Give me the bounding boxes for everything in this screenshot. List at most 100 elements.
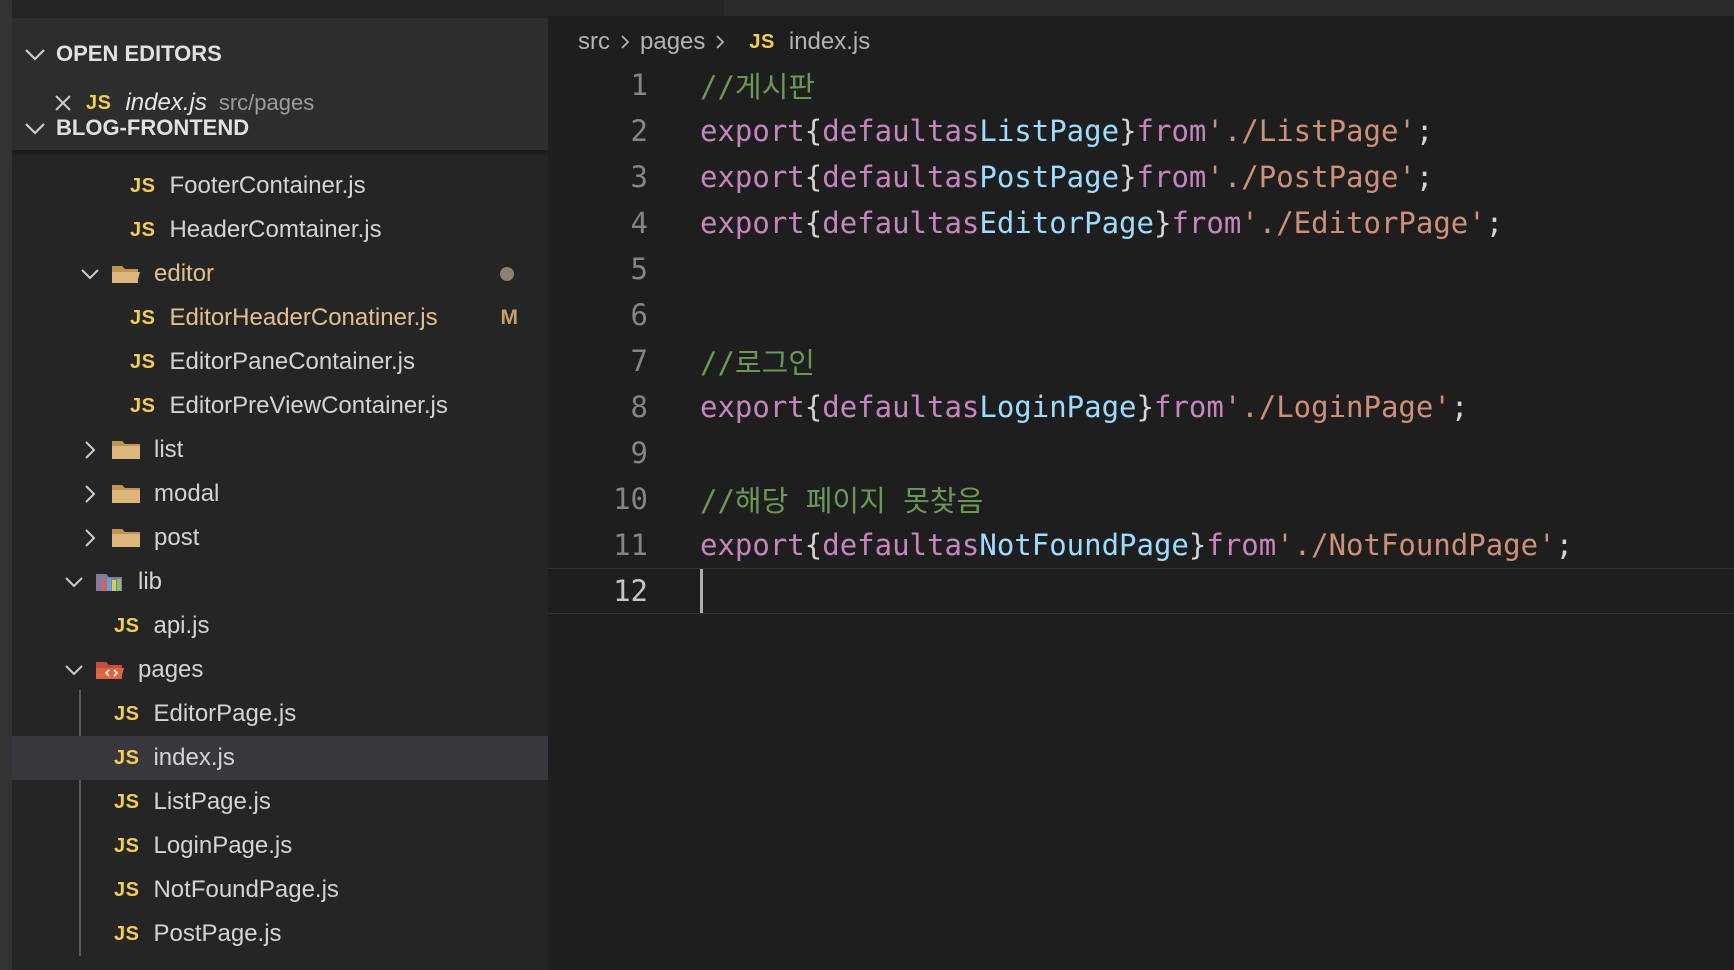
- code-line-current: 12: [548, 568, 1734, 614]
- keyword-export: export: [700, 528, 805, 562]
- breadcrumb-src[interactable]: src: [578, 28, 610, 56]
- code-line: 10 //해당 페이지 못찾음: [548, 476, 1734, 522]
- keyword-export: export: [700, 114, 805, 148]
- js-file-icon: JS: [130, 174, 156, 197]
- js-file-icon: JS: [114, 614, 140, 637]
- identifier: NotFoundPage: [979, 528, 1189, 562]
- modified-dot-icon: [500, 267, 514, 281]
- tree-file-editorpanecontainer[interactable]: JS EditorPaneContainer.js: [12, 340, 548, 384]
- chevron-right-icon: [621, 35, 630, 49]
- tree-file-notfoundpage[interactable]: JS NotFoundPage.js: [12, 868, 548, 912]
- semicolon: ;: [1450, 390, 1469, 424]
- semicolon: ;: [1485, 206, 1504, 240]
- tree-file-headercomtainer[interactable]: JS HeaderComtainer.js: [12, 208, 548, 252]
- js-file-icon: JS: [130, 218, 156, 241]
- keyword-as: as: [944, 390, 980, 424]
- chevron-down-icon: [81, 269, 99, 280]
- git-status-badge: M: [500, 306, 519, 329]
- semicolon: ;: [1555, 528, 1574, 562]
- keyword-from: from: [1153, 390, 1224, 424]
- editor-pane[interactable]: src pages JS index.js 1 //게시판 2 export { d…: [548, 0, 1734, 970]
- library-folder-icon: [96, 574, 122, 591]
- tree-item-label: PostPage.js: [153, 920, 282, 947]
- chevron-right-icon: [85, 441, 96, 459]
- project-header[interactable]: BLOG-FRONTEND: [12, 108, 548, 148]
- tree-file-api[interactable]: JS api.js: [12, 604, 548, 648]
- tree-item-label: LoginPage.js: [153, 832, 293, 859]
- breadcrumb-pages[interactable]: pages: [640, 28, 705, 56]
- tree-item-label: EditorPage.js: [153, 700, 297, 727]
- tree-item-label: FooterContainer.js: [169, 172, 366, 199]
- keyword-from: from: [1136, 114, 1207, 148]
- tree-folder-modal[interactable]: modal: [12, 472, 548, 516]
- tree-file-footercontainer[interactable]: JS FooterContainer.js: [12, 164, 548, 208]
- folder-open-icon: [112, 266, 140, 283]
- line-number: 2: [630, 114, 648, 148]
- keyword-as: as: [944, 160, 980, 194]
- line-number: 6: [630, 298, 648, 332]
- keyword-export: export: [700, 390, 805, 424]
- line-number: 4: [630, 206, 648, 240]
- code-comment: //해당 페이지 못찾음: [700, 484, 984, 518]
- brace: {: [804, 390, 823, 424]
- tree-folder-post[interactable]: post: [12, 516, 548, 560]
- js-file-icon: JS: [130, 394, 156, 417]
- brace: }: [1119, 160, 1137, 194]
- line-number: 9: [630, 436, 648, 470]
- js-file-icon: JS: [749, 30, 775, 53]
- semicolon: ;: [1415, 160, 1434, 194]
- tree-item-label: pages: [138, 656, 204, 683]
- chevron-right-icon: [716, 35, 725, 49]
- tree-file-editorpreviewcontainer[interactable]: JS EditorPreViewContainer.js: [12, 384, 548, 428]
- string-literal: './EditorPage': [1241, 206, 1486, 240]
- open-editors-header[interactable]: OPEN EDITORS: [12, 34, 548, 74]
- brace: }: [1188, 528, 1207, 562]
- code-comment: //로그인: [700, 346, 815, 380]
- chevron-down-icon: [65, 665, 83, 676]
- brace: }: [1136, 390, 1154, 424]
- keyword-as: as: [944, 528, 980, 562]
- identifier: EditorPage: [979, 206, 1154, 240]
- breadcrumb-file[interactable]: index.js: [789, 28, 870, 56]
- brace: {: [804, 206, 823, 240]
- line-number: 1: [630, 68, 648, 102]
- line-number: 8: [630, 390, 648, 424]
- tree-item-label: modal: [154, 480, 220, 507]
- tree-folder-pages[interactable]: pages: [12, 648, 548, 692]
- tree-item-label: index.js: [153, 744, 235, 771]
- chevron-right-icon: [85, 529, 96, 547]
- tree-folder-lib[interactable]: lib: [12, 560, 548, 604]
- tree-file-loginpage[interactable]: JS LoginPage.js: [12, 824, 548, 868]
- keyword-as: as: [944, 206, 980, 240]
- explorer-sidebar: OPEN EDITORS JS index.js src/pages BLOG-…: [12, 0, 548, 970]
- chevron-down-icon: [65, 577, 83, 588]
- keyword-default: default: [822, 206, 945, 240]
- breadcrumb: src pages JS index.js: [578, 22, 870, 62]
- tree-folder-list[interactable]: list: [12, 428, 548, 472]
- brace: {: [804, 160, 823, 194]
- tree-file-editorpage[interactable]: JS EditorPage.js: [12, 692, 548, 736]
- js-file-icon: JS: [114, 922, 140, 945]
- code-line: 2 export { default as ListPage } from './…: [548, 108, 1734, 154]
- tree-item-label: EditorPreViewContainer.js: [169, 392, 448, 419]
- tree-file-editorheaderconatiner[interactable]: JS EditorHeaderConatiner.js M: [12, 296, 548, 340]
- string-literal: './PostPage': [1206, 160, 1416, 194]
- tab-bar: [548, 0, 1734, 16]
- code-comment: //게시판: [700, 70, 815, 104]
- tree-file-index-selected[interactable]: JS index.js: [12, 736, 548, 780]
- tree-item-label: HeaderComtainer.js: [169, 216, 382, 243]
- tree-folder-editor[interactable]: editor: [12, 252, 548, 296]
- project-title: BLOG-FRONTEND: [56, 115, 250, 140]
- tree-item-label: list: [154, 436, 184, 463]
- keyword-from: from: [1171, 206, 1242, 240]
- tree-file-postpage[interactable]: JS PostPage.js: [12, 912, 548, 956]
- keyword-default: default: [822, 528, 945, 562]
- pages-folder-icon: [96, 662, 124, 679]
- line-number: 11: [613, 528, 648, 562]
- tree-file-listpage[interactable]: JS ListPage.js: [12, 780, 548, 824]
- identifier: ListPage: [979, 114, 1120, 148]
- semicolon: ;: [1415, 114, 1434, 148]
- tree-item-label: editor: [154, 260, 215, 287]
- code-line: 8 export { default as LoginPage } from '.…: [548, 384, 1734, 430]
- keyword-as: as: [944, 114, 980, 148]
